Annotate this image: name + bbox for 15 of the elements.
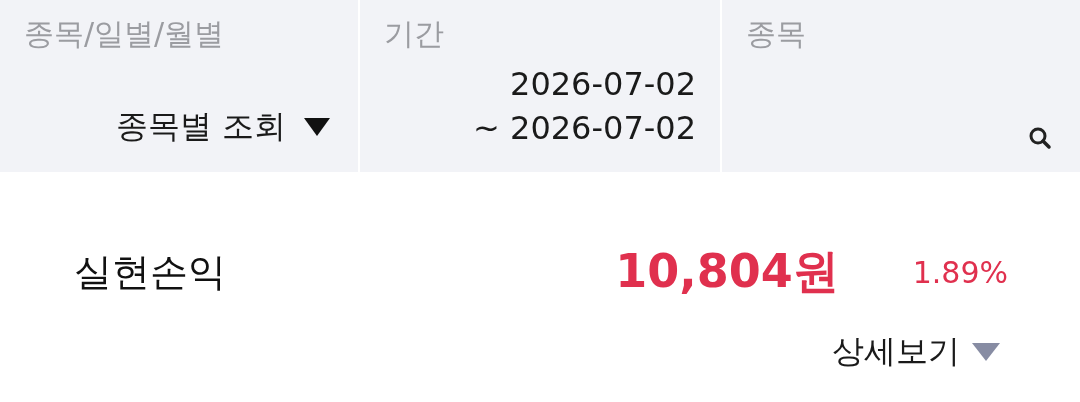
- filter-label: 종목: [746, 15, 806, 53]
- caret-icon: [972, 343, 1000, 361]
- filter-dropdown[interactable]: 종목별 조회: [109, 104, 334, 150]
- filter-label: 기간: [384, 15, 444, 53]
- details-toggle[interactable]: 상세보기: [832, 330, 1000, 374]
- date-range-text: ~ 2026-07-02: [473, 108, 696, 149]
- filter-panel[interactable]: 기간 2026-07-02 ~ 2026-07-02: [360, 0, 720, 172]
- profit-amount: 10,804원: [615, 243, 839, 300]
- profit-label: 실현손익: [74, 248, 227, 296]
- date-range-text: 2026-07-02: [510, 64, 696, 105]
- profit-rate: 1.89%: [912, 254, 1008, 290]
- caret-icon: [304, 118, 330, 136]
- filter-label: 종목/일별/월별: [24, 15, 225, 53]
- search-icon[interactable]: [1028, 126, 1052, 150]
- filter-panel[interactable]: 종목/일별/월별 종목별 조회: [0, 0, 358, 172]
